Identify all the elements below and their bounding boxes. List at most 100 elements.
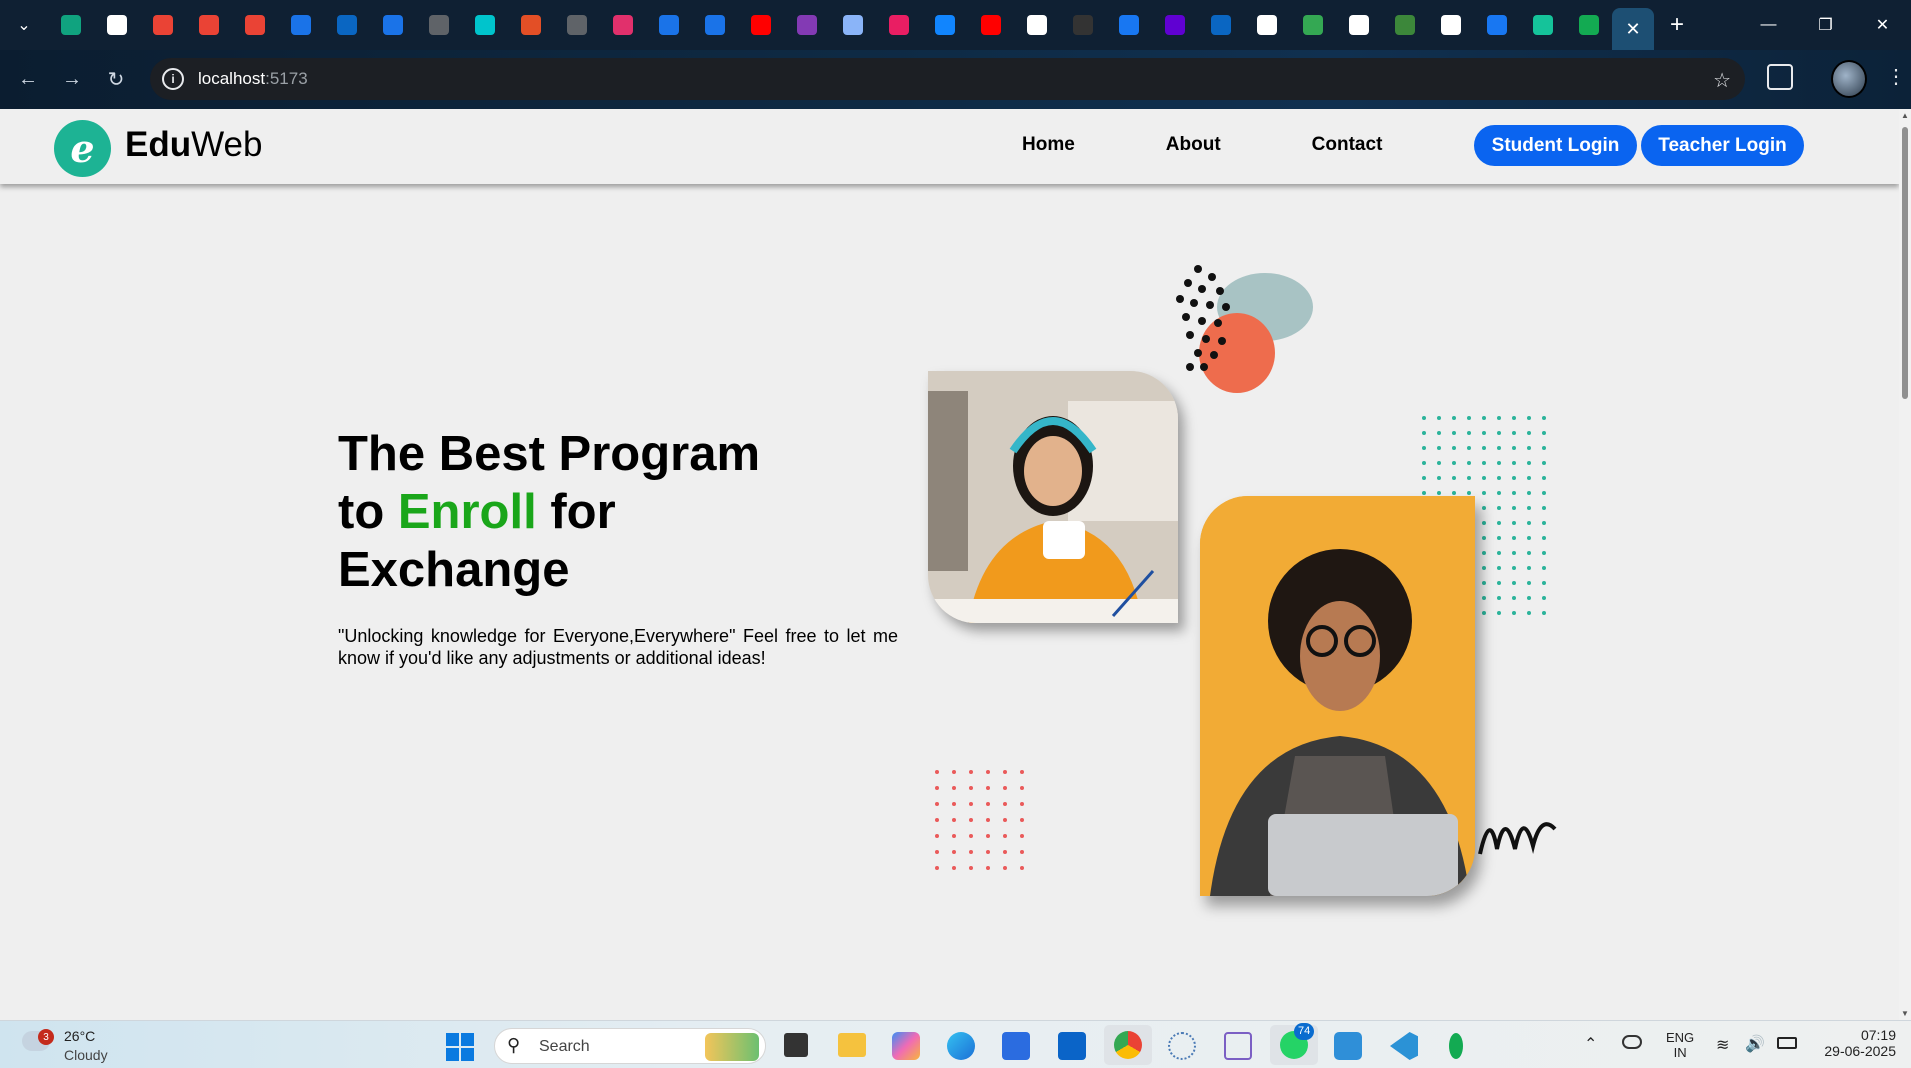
tab-list: [48, 0, 1612, 50]
canva-icon: [475, 15, 495, 35]
language-indicator[interactable]: ENG IN: [1666, 1030, 1694, 1060]
reload-icon[interactable]: ↻: [94, 58, 138, 102]
clock[interactable]: 07:19 29-06-2025: [1816, 1027, 1896, 1059]
scroll-up-icon[interactable]: ▲: [1901, 111, 1909, 120]
profile-avatar[interactable]: [1831, 60, 1867, 98]
browser-tab[interactable]: [1014, 0, 1060, 50]
extensions-icon[interactable]: [1767, 64, 1793, 90]
photos-icon[interactable]: [1334, 1032, 1362, 1060]
browser-tab[interactable]: [1152, 0, 1198, 50]
bookmark-star-icon[interactable]: ☆: [1713, 68, 1731, 93]
facebook-icon: [1119, 15, 1139, 35]
browser-tab[interactable]: [232, 0, 278, 50]
edge-icon[interactable]: [947, 1032, 975, 1060]
more-menu-icon[interactable]: ⋮: [1886, 64, 1906, 89]
browser-tab[interactable]: [830, 0, 876, 50]
scroll-down-icon[interactable]: ▼: [1901, 1009, 1909, 1018]
mongodb-compass-icon[interactable]: [1449, 1033, 1463, 1059]
windows-start-icon[interactable]: [446, 1033, 474, 1061]
weather-desc[interactable]: Cloudy: [64, 1047, 108, 1063]
browser-tab[interactable]: [554, 0, 600, 50]
browser-tab[interactable]: [876, 0, 922, 50]
vscode-icon[interactable]: [1390, 1032, 1418, 1060]
chevron-up-icon[interactable]: ⌃: [1584, 1034, 1597, 1054]
vector-icon: [383, 15, 403, 35]
butterfly-icon: [935, 15, 955, 35]
squiggle-line: [1478, 822, 1557, 855]
close-tab-icon[interactable]: ✕: [1625, 19, 1640, 40]
browser-tab[interactable]: [1428, 0, 1474, 50]
browser-tab[interactable]: [140, 0, 186, 50]
volume-icon[interactable]: 🔊: [1745, 1034, 1765, 1054]
browser-tab[interactable]: [600, 0, 646, 50]
chrome-taskbar-button[interactable]: [1104, 1025, 1152, 1065]
browser-tab[interactable]: [1060, 0, 1106, 50]
copilot-icon[interactable]: [892, 1032, 920, 1060]
browser-tab[interactable]: [692, 0, 738, 50]
nav-home-link[interactable]: Home: [1022, 134, 1075, 156]
store-icon[interactable]: [1002, 1032, 1030, 1060]
hero-title-line1: The Best Program: [338, 427, 761, 481]
close-window-icon[interactable]: ✕: [1854, 0, 1911, 50]
browser-tab[interactable]: [922, 0, 968, 50]
hero-title-for: for: [536, 485, 616, 539]
file-explorer-icon[interactable]: [838, 1033, 866, 1057]
minimize-icon[interactable]: —: [1740, 0, 1797, 50]
logo-icon[interactable]: e: [54, 120, 111, 177]
active-tab[interactable]: ✕: [1612, 8, 1654, 50]
browser-tab[interactable]: [1566, 0, 1612, 50]
forward-arrow-icon[interactable]: →: [50, 58, 94, 102]
scrollbar-thumb[interactable]: [1902, 127, 1908, 399]
url-port: :5173: [265, 69, 308, 88]
address-bar[interactable]: i localhost:5173 ☆: [150, 58, 1745, 100]
browser-tab[interactable]: [278, 0, 324, 50]
browser-tab[interactable]: [646, 0, 692, 50]
restore-icon[interactable]: ❐: [1797, 0, 1854, 50]
gmail-icon: [245, 15, 265, 35]
teacher-login-button[interactable]: Teacher Login: [1641, 125, 1804, 166]
browser-tab[interactable]: [462, 0, 508, 50]
browser-tab[interactable]: [1244, 0, 1290, 50]
browser-tab[interactable]: [370, 0, 416, 50]
browser-tab[interactable]: [1336, 0, 1382, 50]
url-text[interactable]: localhost:5173: [198, 69, 308, 89]
browser-tab[interactable]: [94, 0, 140, 50]
browser-tab[interactable]: [1382, 0, 1428, 50]
nav-contact-link[interactable]: Contact: [1312, 134, 1383, 156]
task-view-icon[interactable]: [784, 1033, 808, 1057]
browser-tab[interactable]: [1474, 0, 1520, 50]
site-info-icon[interactable]: i: [162, 68, 184, 90]
browser-tab[interactable]: [1520, 0, 1566, 50]
nav-about-link[interactable]: About: [1166, 134, 1221, 156]
browser-tab[interactable]: [186, 0, 232, 50]
page-scrollbar[interactable]: ▲ ▼: [1899, 109, 1911, 1020]
browser-tab[interactable]: [1198, 0, 1244, 50]
battery-icon[interactable]: [1777, 1037, 1797, 1049]
linkedin-icon: [337, 15, 357, 35]
taskbar-search[interactable]: ⚲ Search: [494, 1028, 766, 1064]
browser-tab[interactable]: [48, 0, 94, 50]
browser-tab[interactable]: [968, 0, 1014, 50]
wifi-icon[interactable]: ≋: [1716, 1035, 1729, 1055]
snipping-tool-icon[interactable]: [1224, 1032, 1252, 1060]
browser-tab[interactable]: [416, 0, 462, 50]
search-highlight-image: [705, 1033, 759, 1061]
browser-tab[interactable]: [1290, 0, 1336, 50]
browser-tab[interactable]: [508, 0, 554, 50]
weather-temp[interactable]: 26°C: [64, 1028, 95, 1044]
youtube-icon: [981, 15, 1001, 35]
onedrive-icon[interactable]: [1622, 1035, 1642, 1049]
chrome-icon: [1114, 1031, 1142, 1059]
whatsapp-taskbar-button[interactable]: 74: [1270, 1023, 1318, 1065]
student-login-button[interactable]: Student Login: [1474, 125, 1637, 166]
browser-tab[interactable]: [784, 0, 830, 50]
outlook-icon[interactable]: [1058, 1032, 1086, 1060]
browser-tab[interactable]: [1106, 0, 1152, 50]
logo-text[interactable]: EduWeb: [125, 125, 262, 165]
browser-tab[interactable]: [738, 0, 784, 50]
browser-tab[interactable]: [324, 0, 370, 50]
back-arrow-icon[interactable]: ←: [6, 58, 50, 102]
new-tab-button[interactable]: +: [1654, 0, 1700, 50]
snowflake-app-icon[interactable]: [1168, 1032, 1196, 1060]
tab-search-chevron-icon[interactable]: ⌄: [0, 0, 48, 50]
